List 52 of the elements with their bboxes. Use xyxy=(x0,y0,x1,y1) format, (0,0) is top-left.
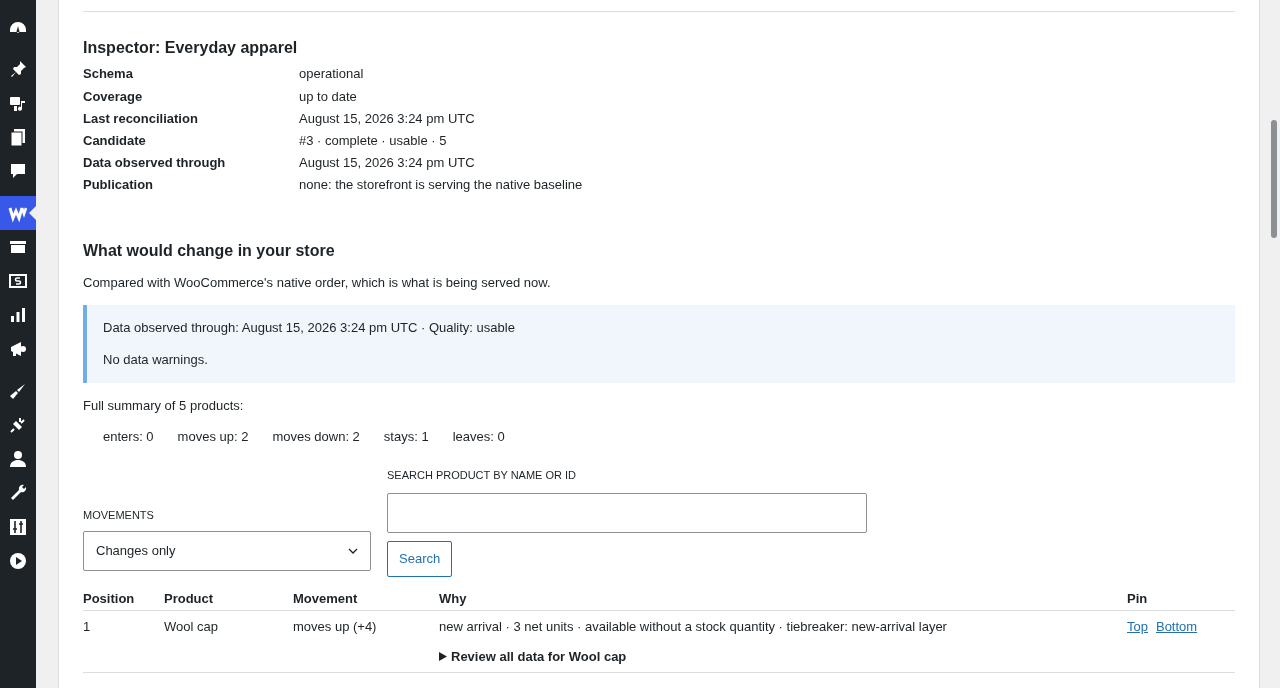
field-value: none: the storefront is serving the native baseline xyxy=(299,176,583,195)
play-icon xyxy=(8,551,28,571)
table-cell-text: 1 xyxy=(83,618,92,637)
pin-link[interactable]: Top xyxy=(1127,617,1148,637)
notice-text: No data warnings. xyxy=(103,351,209,370)
section-heading: What would change in your store xyxy=(83,241,336,262)
user-icon xyxy=(8,449,28,469)
field-label: Candidate xyxy=(83,131,147,150)
notice-text: Data observed through: August 15, 2026 3:24 pm UTC · Quality: usable xyxy=(103,318,516,337)
column-header: Position xyxy=(83,589,136,608)
table-cell-text: new arrival · 3 net units · available without a stock quantity · tiebreaker: new-arrival layer xyxy=(439,618,948,637)
field-label: Data observed through xyxy=(83,154,227,173)
summary-count: stays: 1 xyxy=(383,428,429,447)
scrollbar-thumb[interactable] xyxy=(1271,120,1277,238)
triangle-right-icon xyxy=(439,651,447,661)
plug-icon xyxy=(8,415,28,435)
search-field[interactable] xyxy=(387,493,867,534)
table-cell-text: Wool cap xyxy=(164,618,219,637)
field-value: operational xyxy=(299,65,364,84)
summary-count: moves down: 2 xyxy=(272,428,360,447)
field-label: Coverage xyxy=(83,87,144,106)
active-pointer xyxy=(29,206,36,220)
pin-link[interactable]: Bottom xyxy=(1155,617,1198,637)
column-header: Product xyxy=(164,589,215,608)
field-value: August 15, 2026 3:24 pm UTC xyxy=(299,154,475,173)
search-button[interactable]: Search xyxy=(387,541,453,578)
summary-count: enters: 0 xyxy=(103,428,154,447)
field-value: #3 · complete · usable · 5 xyxy=(299,131,447,150)
column-header: Movement xyxy=(293,589,359,608)
speech-bubble-icon xyxy=(8,161,28,181)
review-disclosure[interactable]: Review all data for Wool cap xyxy=(439,646,1127,667)
intro-text: Compared with WooCommerce's native order, which is what is being served now. xyxy=(83,274,552,293)
summary-count: leaves: 0 xyxy=(452,428,505,447)
field-label: Publication xyxy=(83,176,155,195)
field-label: Schema xyxy=(83,65,134,84)
section-heading: Inspector: Everyday apparel xyxy=(83,38,299,58)
field-label: Last reconciliation xyxy=(83,109,199,128)
bar-chart-icon xyxy=(8,305,28,325)
table-cell-text: moves up (+4) xyxy=(293,618,378,637)
dollar-bill-icon xyxy=(8,271,28,291)
search-label: SEARCH PRODUCT BY NAME OR ID xyxy=(387,467,578,483)
column-header: Why xyxy=(439,589,468,608)
field-value: August 15, 2026 3:24 pm UTC xyxy=(299,109,475,128)
movements-select[interactable]: Changes only xyxy=(83,531,371,572)
filter-label: MOVEMENTS xyxy=(83,507,155,523)
column-header: Pin xyxy=(1127,589,1149,608)
chevron-down-icon xyxy=(348,548,358,555)
sliders-icon xyxy=(8,517,28,537)
summary-count: moves up: 2 xyxy=(177,428,249,447)
field-value: up to date xyxy=(299,87,357,106)
pages-icon xyxy=(8,127,28,147)
summary-title: Full summary of 5 products: xyxy=(83,396,245,415)
